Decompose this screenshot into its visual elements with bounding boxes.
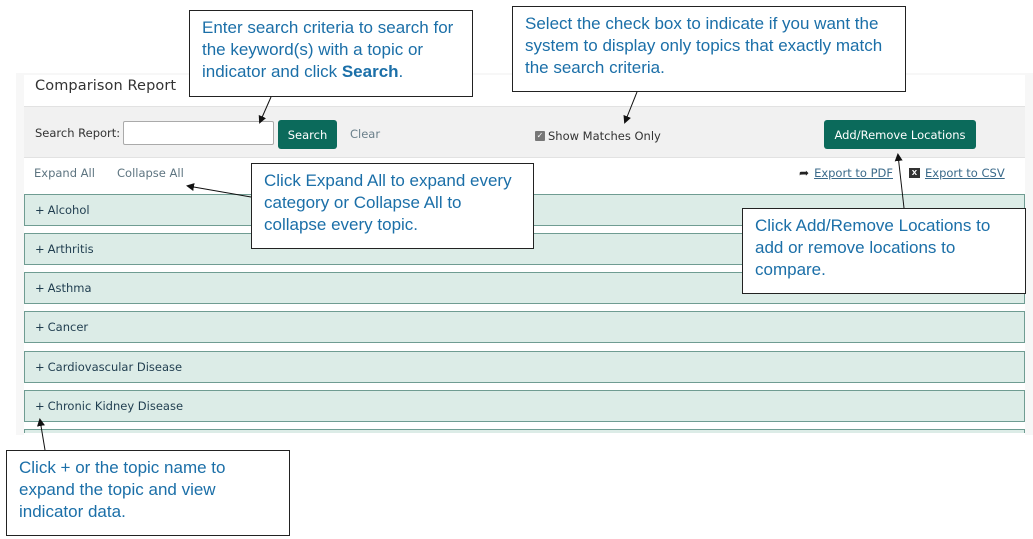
callout-search-text: Enter search criteria to search for the … <box>202 18 454 81</box>
topic-label[interactable]: Alcohol <box>48 203 90 217</box>
expand-all-link[interactable]: Expand All <box>34 166 95 180</box>
show-matches-only-toggle[interactable]: ✓ Show Matches Only <box>535 129 661 143</box>
topic-label[interactable]: Cardiovascular Disease <box>48 360 182 374</box>
share-arrow-icon: ➦ <box>799 166 810 180</box>
expand-plus-icon[interactable]: + <box>35 281 45 295</box>
topic-label[interactable]: Asthma <box>48 281 92 295</box>
topic-row-cardiovascular-disease[interactable]: + Cardiovascular Disease <box>24 351 1025 383</box>
callout-search: Enter search criteria to search for the … <box>189 10 473 97</box>
checkbox-checked-icon[interactable]: ✓ <box>535 131 545 141</box>
topic-row-cancer[interactable]: + Cancer <box>24 311 1025 343</box>
add-remove-locations-button[interactable]: Add/Remove Locations <box>824 120 976 149</box>
topic-label[interactable]: Chronic Kidney Disease <box>48 399 183 413</box>
show-matches-only-label: Show Matches Only <box>548 129 661 143</box>
callout-topic-expand: Click + or the topic name to expand the … <box>6 450 290 536</box>
topic-row-partial <box>24 429 1025 433</box>
search-button[interactable]: Search <box>278 120 337 149</box>
clear-link[interactable]: Clear <box>350 127 380 141</box>
expand-plus-icon[interactable]: + <box>35 320 45 334</box>
topic-label[interactable]: Arthritis <box>48 242 94 256</box>
topic-label[interactable]: Cancer <box>48 320 89 334</box>
export-pdf-link[interactable]: ➦ Export to PDF <box>799 166 893 180</box>
expand-plus-icon[interactable]: + <box>35 399 45 413</box>
export-csv-label: Export to CSV <box>925 166 1005 180</box>
excel-icon: X <box>909 168 920 178</box>
callout-search-end: . <box>398 62 404 81</box>
page-title: Comparison Report <box>35 78 177 94</box>
expand-plus-icon[interactable]: + <box>35 360 45 374</box>
export-csv-link[interactable]: X Export to CSV <box>909 166 1005 180</box>
expand-plus-icon[interactable]: + <box>35 242 45 256</box>
collapse-all-link[interactable]: Collapse All <box>117 166 184 180</box>
callout-add-remove-locations: Click Add/Remove Locations to add or rem… <box>742 208 1026 294</box>
expand-plus-icon[interactable]: + <box>35 203 45 217</box>
search-label: Search Report: <box>35 126 121 140</box>
callout-expand-collapse: Click Expand All to expand every categor… <box>251 163 534 249</box>
callout-search-bold: Search <box>341 62 399 81</box>
export-pdf-label: Export to PDF <box>814 166 893 180</box>
search-input[interactable] <box>123 121 274 145</box>
callout-show-matches: Select the check box to indicate if you … <box>512 6 906 92</box>
topic-row-chronic-kidney-disease[interactable]: + Chronic Kidney Disease <box>24 390 1025 422</box>
